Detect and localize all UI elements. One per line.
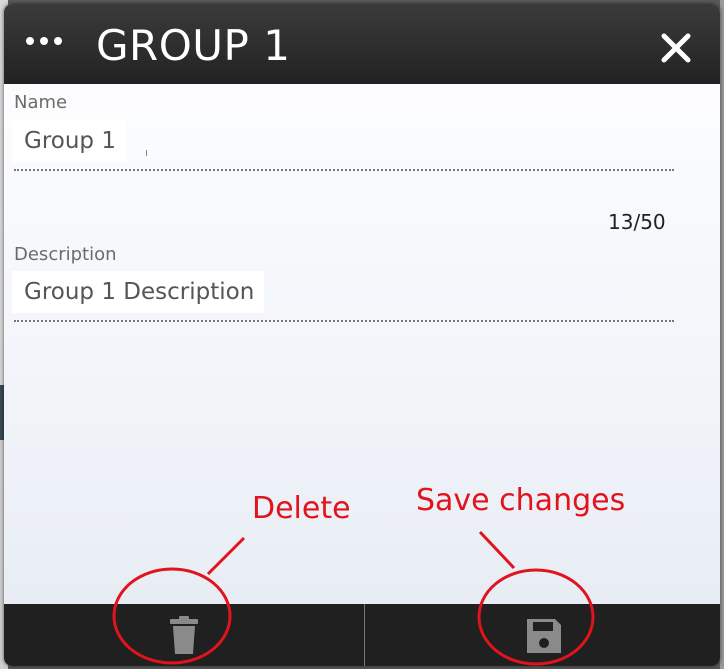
- save-annotation: Save changes: [416, 483, 626, 518]
- group-dialog: GROUP 1 Name Group 1 13/50 Description G…: [4, 4, 720, 666]
- save-button[interactable]: [524, 614, 564, 656]
- close-icon[interactable]: [654, 26, 698, 70]
- background-app-edge: [720, 0, 724, 669]
- description-label: Description: [14, 244, 117, 265]
- trash-icon: [170, 616, 198, 654]
- text-cursor: [146, 150, 147, 156]
- dialog-header: GROUP 1: [4, 4, 720, 84]
- name-input[interactable]: Group 1: [12, 120, 126, 162]
- name-label: Name: [14, 92, 68, 113]
- floppy-disk-icon: [527, 619, 561, 653]
- delete-button[interactable]: [164, 614, 204, 656]
- dialog-title: GROUP 1: [96, 21, 291, 70]
- more-horizontal-icon[interactable]: [26, 31, 62, 51]
- delete-annotation: Delete: [252, 491, 351, 526]
- name-underline: [14, 169, 674, 171]
- description-underline: [14, 320, 674, 322]
- description-input[interactable]: Group 1 Description: [12, 271, 265, 313]
- footer-divider: [364, 604, 365, 666]
- dialog-footer: [4, 604, 720, 666]
- name-char-counter: 13/50: [608, 210, 666, 234]
